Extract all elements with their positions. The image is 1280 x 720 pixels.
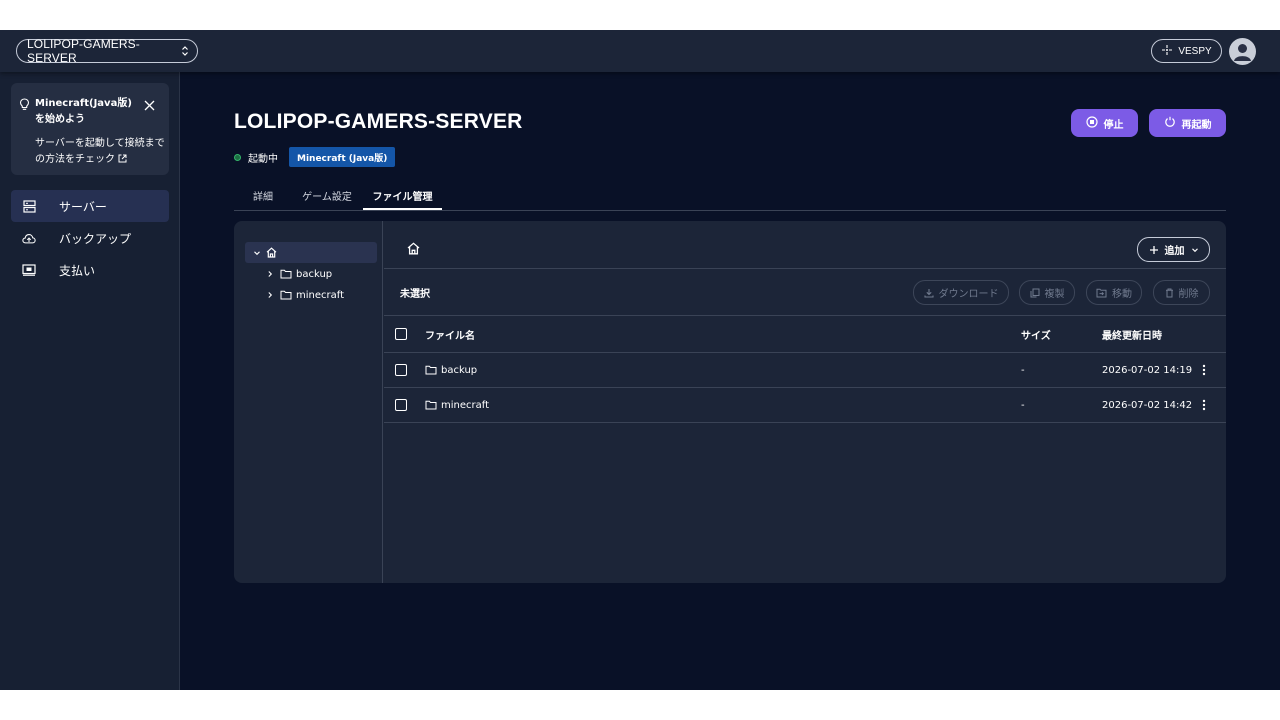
file-manager-panel: backup minecraft 追加 未選択 ダウンロード 複製 移動 削除 … (234, 221, 1226, 583)
home-icon[interactable] (407, 242, 420, 255)
column-header-size[interactable]: サイズ (1021, 316, 1051, 352)
select-all-checkbox[interactable] (395, 328, 407, 340)
external-link-icon[interactable] (118, 153, 127, 169)
table-header-row: ファイル名 サイズ 最終更新日時 (384, 316, 1226, 353)
sidebar-item-backup[interactable]: バックアップ (11, 222, 169, 254)
table-row[interactable]: backup - 2026-07-02 14:19 (384, 353, 1226, 388)
tab-details[interactable]: 詳細 (234, 180, 292, 210)
copy-label: 複製 (1044, 289, 1065, 300)
sidebar-item-payment[interactable]: 支払い (11, 254, 169, 286)
tip-title: Minecraft(Java版)を始めよう (35, 98, 132, 125)
chevron-down-icon (1191, 246, 1199, 254)
stop-icon (1085, 115, 1098, 131)
tab-game-settings[interactable]: ゲーム設定 (296, 180, 358, 210)
copy-button[interactable]: 複製 (1019, 280, 1075, 305)
tree-root-node[interactable] (245, 242, 377, 263)
file-size: - (1021, 399, 1025, 411)
server-selector[interactable]: LOLIPOP-GAMERS-SERVER (16, 37, 198, 65)
lightbulb-icon (19, 96, 30, 115)
user-avatar[interactable] (1229, 38, 1256, 65)
vespy-label: VESPY (1178, 45, 1212, 57)
download-label: ダウンロード (938, 289, 999, 300)
file-action-bar: 未選択 ダウンロード 複製 移動 削除 (384, 269, 1226, 316)
row-checkbox[interactable] (395, 399, 407, 411)
stop-label: 停止 (1103, 119, 1124, 131)
move-button[interactable]: 移動 (1086, 280, 1142, 305)
page-title: LOLIPOP-GAMERS-SERVER (234, 110, 523, 133)
tab-file-management[interactable]: ファイル管理 (363, 180, 442, 210)
restart-button[interactable]: 再起動 (1149, 109, 1226, 137)
tree-node-backup[interactable]: backup (266, 264, 332, 284)
status-text: 起動中 (248, 153, 278, 165)
stop-button[interactable]: 停止 (1071, 109, 1138, 137)
sidebar-item-server[interactable]: サーバー (11, 190, 169, 222)
sparkle-icon (1161, 44, 1173, 59)
folder-icon (280, 269, 292, 279)
file-name: minecraft (441, 399, 490, 411)
app-window: LOLIPOP-GAMERS-SERVER VESPY Minecraft(Ja… (0, 30, 1280, 690)
vespy-button[interactable]: VESPY (1151, 39, 1222, 63)
chevron-right-icon[interactable] (266, 270, 274, 278)
status-dot-icon (234, 153, 241, 161)
server-status: 起動中 Minecraft (Java版) (234, 147, 396, 167)
file-size: - (1021, 364, 1025, 376)
column-header-modified[interactable]: 最終更新日時 (1102, 316, 1162, 352)
tip-body: サーバーを起動して接続までの方法をチェック (35, 136, 165, 169)
file-list-area: 追加 未選択 ダウンロード 複製 移動 削除 ファイル名 サイズ 最終更新日時 … (384, 221, 1226, 583)
payment-icon (22, 263, 36, 277)
getting-started-card: Minecraft(Java版)を始めよう サーバーを起動して接続までの方法をチ… (11, 83, 169, 175)
plus-icon (1149, 245, 1159, 255)
copy-icon (1030, 288, 1040, 298)
sidebar-item-label: バックアップ (59, 231, 132, 246)
cloud-upload-icon (22, 231, 36, 245)
download-button[interactable]: ダウンロード (913, 280, 1009, 305)
more-vertical-icon[interactable] (1202, 388, 1206, 422)
column-header-name[interactable]: ファイル名 (425, 316, 475, 352)
folder-tree: backup minecraft (234, 221, 383, 583)
table-row[interactable]: minecraft - 2026-07-02 14:42 (384, 388, 1226, 423)
home-icon (266, 247, 277, 258)
chevron-right-icon[interactable] (266, 291, 274, 299)
game-badge: Minecraft (Java版) (289, 147, 396, 167)
selection-status: 未選択 (400, 289, 430, 300)
more-vertical-icon[interactable] (1202, 353, 1206, 387)
move-label: 移動 (1112, 289, 1132, 300)
tree-node-label: backup (296, 268, 333, 280)
close-icon[interactable] (144, 96, 155, 115)
add-label: 追加 (1164, 246, 1185, 257)
sidebar: Minecraft(Java版)を始めよう サーバーを起動して接続までの方法をチ… (0, 72, 180, 690)
file-modified: 2026-07-02 14:42 (1102, 399, 1193, 411)
restart-icon (1164, 116, 1176, 131)
file-name-cell[interactable]: minecraft (425, 388, 489, 422)
file-table: ファイル名 サイズ 最終更新日時 backup - 2026-07-02 14:… (384, 316, 1226, 423)
file-name-cell[interactable]: backup (425, 353, 477, 387)
server-selector-label: LOLIPOP-GAMERS-SERVER (27, 37, 140, 65)
file-name: backup (441, 364, 478, 376)
trash-icon (1165, 288, 1174, 298)
restart-label: 再起動 (1181, 119, 1212, 131)
sidebar-item-label: サーバー (59, 199, 107, 214)
sidebar-item-label: 支払い (59, 263, 96, 278)
tree-node-label: minecraft (296, 289, 345, 301)
row-checkbox[interactable] (395, 364, 407, 376)
download-icon (923, 288, 934, 298)
tip-body-text: サーバーを起動して接続までの方法をチェック (35, 138, 165, 165)
top-bar: LOLIPOP-GAMERS-SERVER VESPY (0, 30, 1280, 72)
tab-bar: 詳細 ゲーム設定 ファイル管理 (234, 180, 1226, 211)
file-modified: 2026-07-02 14:19 (1102, 364, 1193, 376)
updown-chevron-icon (181, 45, 189, 57)
move-folder-icon (1096, 288, 1107, 298)
delete-button[interactable]: 削除 (1153, 280, 1210, 305)
file-list-header: 追加 (384, 221, 1226, 269)
folder-icon (425, 400, 437, 410)
tree-node-minecraft[interactable]: minecraft (266, 285, 344, 305)
server-icon (22, 199, 36, 213)
chevron-down-icon[interactable] (253, 249, 261, 257)
folder-icon (280, 290, 292, 300)
delete-label: 削除 (1178, 289, 1199, 300)
active-tab-indicator (363, 208, 442, 210)
folder-icon (425, 365, 437, 375)
add-button[interactable]: 追加 (1137, 237, 1210, 262)
